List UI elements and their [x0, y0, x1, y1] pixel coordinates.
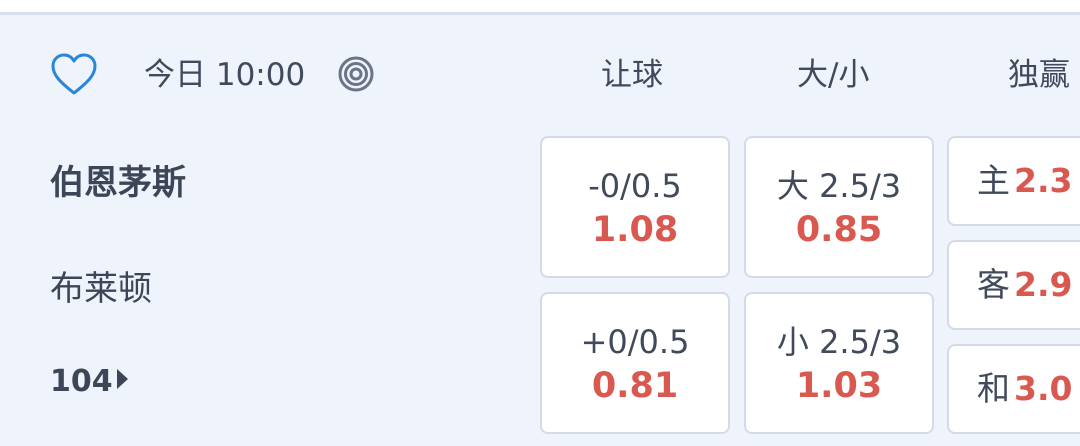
live-target-icon[interactable] — [337, 55, 375, 93]
win-home-odds: 2.3 — [1014, 161, 1073, 200]
win-draw-label: 和 — [977, 369, 1010, 408]
under-line: 小 2.5/3 — [776, 323, 902, 361]
match-card: 今日 10:00 让球 大/小 独赢 伯恩茅斯 布莱顿 104 -0/0.5 1… — [0, 12, 1080, 446]
handicap-home-odds: 1.08 — [591, 210, 679, 250]
win-draw-odds: 3.0 — [1014, 369, 1073, 408]
triangle-right-icon — [116, 369, 128, 389]
win-away-label: 客 — [977, 265, 1010, 304]
handicap-away-line: +0/0.5 — [580, 323, 690, 361]
home-team-name: 伯恩茅斯 — [50, 163, 186, 203]
over-odds: 0.85 — [795, 210, 883, 250]
handicap-home-cell[interactable]: -0/0.5 1.08 — [540, 136, 730, 278]
column-header-win: 独赢 — [1008, 57, 1070, 93]
win-away-cell[interactable]: 客 2.9 — [947, 240, 1080, 330]
more-markets-button[interactable]: 104 — [50, 361, 128, 403]
kickoff-time: 今日 10:00 — [144, 57, 306, 93]
column-header-over-under: 大/小 — [797, 57, 870, 93]
handicap-away-cell[interactable]: +0/0.5 0.81 — [540, 292, 730, 434]
away-team-name: 布莱顿 — [50, 269, 152, 309]
over-cell[interactable]: 大 2.5/3 0.85 — [744, 136, 934, 278]
handicap-away-odds: 0.81 — [591, 366, 679, 406]
under-cell[interactable]: 小 2.5/3 1.03 — [744, 292, 934, 434]
handicap-home-line: -0/0.5 — [588, 167, 682, 205]
column-header-handicap: 让球 — [601, 57, 663, 93]
more-markets-count: 104 — [50, 364, 113, 399]
win-away-odds: 2.9 — [1014, 265, 1073, 304]
over-line: 大 2.5/3 — [776, 167, 902, 205]
favorite-heart-icon[interactable] — [50, 51, 98, 99]
win-home-label: 主 — [977, 161, 1010, 200]
under-odds: 1.03 — [795, 366, 883, 406]
win-draw-cell[interactable]: 和 3.0 — [947, 344, 1080, 434]
win-home-cell[interactable]: 主 2.3 — [947, 136, 1080, 226]
